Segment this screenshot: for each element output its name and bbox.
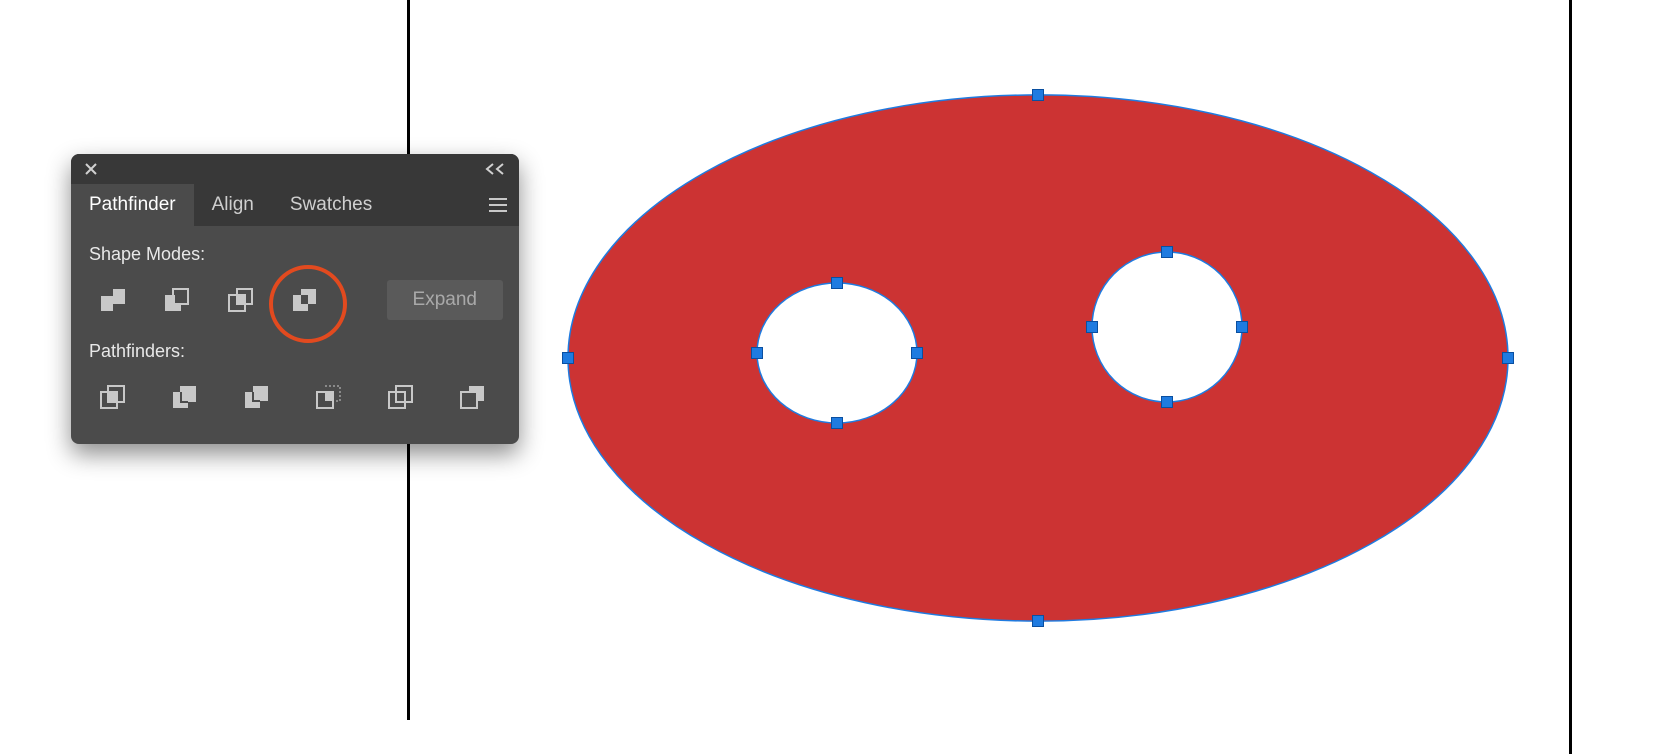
unite-icon[interactable] [87,275,137,325]
pathfinder-panel: Pathfinder Align Swatches Shape Modes: [71,154,519,444]
expand-button[interactable]: Expand [387,280,503,320]
canvas-artwork[interactable] [563,90,1513,625]
artboard-right-edge [1569,0,1572,754]
crop-icon[interactable] [303,372,353,422]
anchor-point[interactable] [1086,321,1098,333]
tab-swatches[interactable]: Swatches [272,184,390,226]
minus-back-icon[interactable] [447,372,497,422]
anchor-point[interactable] [1236,321,1248,333]
minus-front-icon[interactable] [151,275,201,325]
close-icon[interactable] [83,161,99,177]
pathfinders-label: Pathfinders: [89,341,503,362]
tab-align[interactable]: Align [194,184,272,226]
divide-icon[interactable] [87,372,137,422]
anchor-point[interactable] [1502,352,1514,364]
anchor-point[interactable] [1032,89,1044,101]
anchor-point[interactable] [751,347,763,359]
anchor-point[interactable] [1032,615,1044,627]
anchor-point[interactable] [1161,396,1173,408]
panel-menu-icon[interactable] [477,184,519,226]
exclude-icon[interactable] [279,275,329,325]
anchor-point[interactable] [831,277,843,289]
anchor-point[interactable] [831,417,843,429]
outline-icon[interactable] [375,372,425,422]
anchor-point[interactable] [911,347,923,359]
anchor-point[interactable] [562,352,574,364]
shape-modes-label: Shape Modes: [89,244,503,265]
compound-path-shape[interactable] [563,90,1513,625]
anchor-point[interactable] [1161,246,1173,258]
shape-modes-row: Expand [87,275,503,325]
panel-titlebar[interactable] [71,154,519,184]
collapse-panel-icon[interactable] [485,163,507,175]
tab-pathfinder[interactable]: Pathfinder [71,184,194,226]
intersect-icon[interactable] [215,275,265,325]
trim-icon[interactable] [159,372,209,422]
panel-body: Shape Modes: [71,226,519,444]
panel-tabs: Pathfinder Align Swatches [71,184,519,226]
merge-icon[interactable] [231,372,281,422]
pathfinders-row [87,372,503,422]
